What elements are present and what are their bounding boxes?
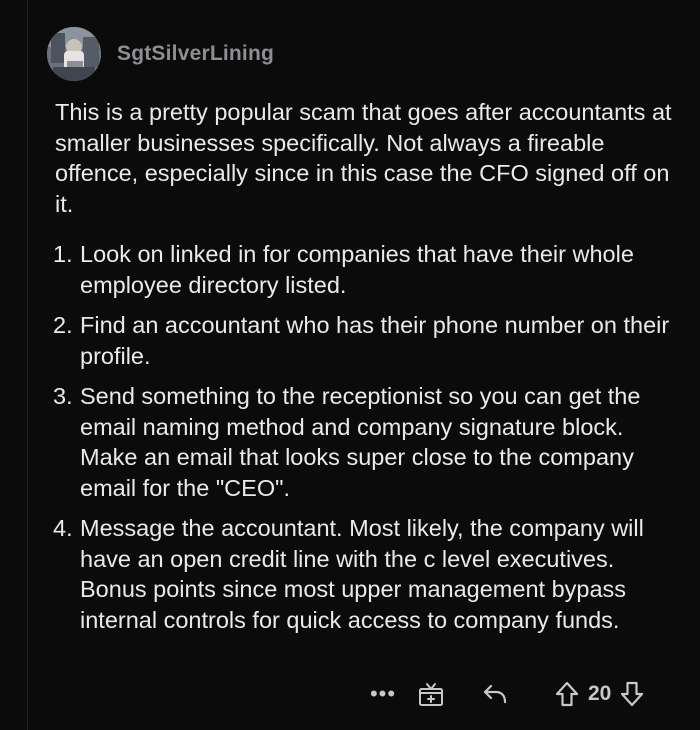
thread-line <box>27 0 28 730</box>
list-item: 3. Send something to the receptionist so… <box>53 381 677 503</box>
list-item-number: 1. <box>53 241 73 267</box>
comment-body: This is a pretty popular scam that goes … <box>53 97 677 645</box>
award-button[interactable] <box>416 681 446 707</box>
list-item: 4. Message the accountant. Most likely, … <box>53 513 677 635</box>
comment-actions: ••• 20 <box>363 676 647 712</box>
avatar[interactable] <box>47 27 101 81</box>
list-item-text: Message the accountant. Most likely, the… <box>80 515 644 633</box>
steps-list: 1. Look on linked in for companies that … <box>53 239 677 635</box>
list-item: 1. Look on linked in for companies that … <box>53 239 677 300</box>
comment-header: SgtSilverLining <box>47 26 677 82</box>
list-item-text: Send something to the receptionist so yo… <box>80 383 641 501</box>
comment: SgtSilverLining This is a pretty popular… <box>47 26 677 633</box>
list-item: 2. Find an accountant who has their phon… <box>53 310 677 371</box>
list-item-number: 2. <box>53 312 73 338</box>
list-item-number: 3. <box>53 383 73 409</box>
award-icon <box>419 683 443 706</box>
reply-icon <box>483 684 507 704</box>
list-item-text: Look on linked in for companies that hav… <box>80 241 634 298</box>
list-item-text: Find an accountant who has their phone n… <box>80 312 670 369</box>
username[interactable]: SgtSilverLining <box>117 42 274 66</box>
vote-score: 20 <box>588 682 612 705</box>
reply-button[interactable] <box>480 683 510 705</box>
comment-paragraph: This is a pretty popular scam that goes … <box>55 99 672 217</box>
upvote-button[interactable] <box>552 681 582 707</box>
list-item-number: 4. <box>53 515 73 541</box>
upvote-icon <box>555 681 579 707</box>
downvote-button[interactable] <box>617 681 647 707</box>
more-icon: ••• <box>369 681 397 706</box>
more-button[interactable]: ••• <box>363 681 403 707</box>
downvote-icon <box>621 681 644 707</box>
